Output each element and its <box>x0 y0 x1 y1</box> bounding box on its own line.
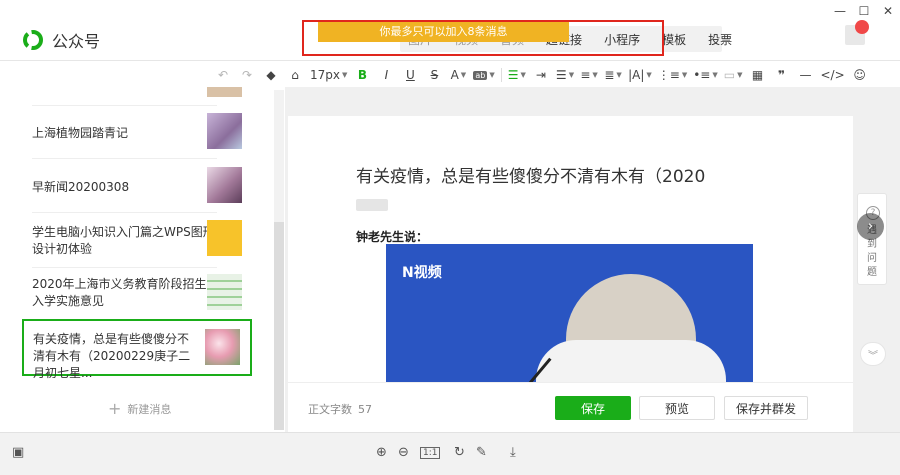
strikethrough-button[interactable]: S <box>425 64 443 86</box>
list-item[interactable]: 上海植物园踏青记 <box>32 105 217 157</box>
word-count: 正文字数 57 <box>308 401 372 417</box>
article-title: 上海植物园踏青记 <box>32 126 129 140</box>
article-title: 学生电脑小知识入门篇之WPS图形设计初体验 <box>32 225 215 256</box>
format-painter-icon[interactable]: ◆ <box>262 64 280 86</box>
save-and-send-button[interactable]: 保存并群发 <box>724 396 808 420</box>
insert-template[interactable]: 模板 <box>662 31 686 48</box>
close-icon[interactable]: ✕ <box>876 0 900 22</box>
app-logo[interactable]: 公众号 <box>22 28 100 52</box>
underline-button[interactable]: U <box>401 64 419 86</box>
align-left-icon[interactable]: ☰ ▼ <box>508 64 526 86</box>
next-page-icon[interactable]: › <box>857 213 884 240</box>
author-field[interactable] <box>356 199 388 211</box>
download-icon[interactable]: ⤓ <box>510 445 516 460</box>
list-item-selected[interactable]: 有关疫情，总是有些傻傻分不清有木有（20200229庚子二月初七星... <box>22 319 252 380</box>
list-scroll-thumb[interactable] <box>274 222 284 430</box>
clear-format-icon[interactable]: ⌂ <box>286 64 304 86</box>
italic-button[interactable]: I <box>377 64 395 86</box>
plus-icon: + <box>108 399 122 418</box>
minimize-icon[interactable]: — <box>828 0 852 22</box>
article-thumbnail <box>207 167 242 203</box>
article-title: 早新闻20200308 <box>32 180 130 194</box>
video-logo: N视频 <box>402 265 442 281</box>
edit-icon[interactable]: ✎ <box>476 445 487 460</box>
article-title-input[interactable]: 有关疫情，总是有些傻傻分不清有木有（2020 <box>356 162 705 187</box>
text-direction-icon[interactable]: |A| ▼ <box>628 64 652 86</box>
new-message-button[interactable]: + 新建消息 <box>108 399 171 418</box>
letter-spacing-icon[interactable]: ≣ ▼ <box>604 64 622 86</box>
font-color-button[interactable]: A ▼ <box>449 64 467 86</box>
font-size-value: 17px <box>310 68 340 82</box>
redo-icon[interactable]: ↷ <box>238 64 256 86</box>
editor-footer: 正文字数 57 保存 预览 保存并群发 <box>288 382 853 432</box>
article-image[interactable]: N视频 <box>386 244 753 382</box>
code-icon[interactable]: </> <box>820 64 844 86</box>
article-thumbnail <box>207 274 242 310</box>
ordered-list-icon[interactable]: ⋮≡ ▼ <box>658 64 687 86</box>
line-spacing-icon[interactable]: ≡ ▼ <box>580 64 598 86</box>
table-icon[interactable]: ▦ <box>748 64 766 86</box>
zoom-in-icon[interactable]: ⊕ <box>376 445 387 460</box>
bold-button[interactable]: B <box>353 64 371 86</box>
sidebar-toggle-icon[interactable]: ▣ <box>12 445 24 460</box>
insert-vote[interactable]: 投票 <box>708 31 732 48</box>
undo-icon[interactable]: ↶ <box>214 64 232 86</box>
emoji-icon[interactable]: ☺ <box>851 64 869 86</box>
list-item[interactable]: 2020年上海市义务教育阶段招生入学实施意见 <box>32 267 217 319</box>
unordered-list-icon[interactable]: •≡ ▼ <box>693 64 718 86</box>
word-count-label: 正文字数 <box>308 403 352 416</box>
article-title: 有关疫情，总是有些傻傻分不清有木有（20200229庚子二月初七星... <box>33 332 191 380</box>
bg-color-label: ab <box>473 70 488 80</box>
preview-button[interactable]: 预览 <box>639 396 715 420</box>
maximize-icon[interactable]: ☐ <box>852 0 876 22</box>
article-thumbnail <box>205 329 240 365</box>
divider <box>0 60 900 61</box>
article-title: 2020年上海市义务教育阶段招生入学实施意见 <box>32 277 207 308</box>
zoom-out-icon[interactable]: ⊖ <box>398 445 409 460</box>
article-thumbnail <box>207 220 242 256</box>
app-name: 公众号 <box>52 32 101 51</box>
photo-shirt <box>536 340 726 382</box>
collapse-icon[interactable]: ︾ <box>860 342 886 366</box>
font-color-label: A <box>450 68 459 82</box>
list-item[interactable]: 学生电脑小知识入门篇之WPS图形设计初体验 <box>32 212 217 267</box>
rotate-icon[interactable]: ↻ <box>454 445 465 460</box>
body-text[interactable]: 钟老先生说： <box>356 228 428 245</box>
quote-icon[interactable]: ❞ <box>772 64 790 86</box>
toolbar-divider <box>500 68 502 82</box>
wechat-official-logo-icon <box>23 30 43 50</box>
paragraph-spacing-icon[interactable]: ☰ ▼ <box>556 64 574 86</box>
font-size-select[interactable]: 17px ▼ <box>310 64 347 86</box>
editor-canvas[interactable]: 有关疫情，总是有些傻傻分不清有木有（2020 钟老先生说： N视频 <box>288 116 853 382</box>
save-button[interactable]: 保存 <box>555 396 631 420</box>
article-list: 上海植物园踏青记 早新闻20200308 学生电脑小知识入门篇之WPS图形设计初… <box>22 87 252 430</box>
format-toolbar: ↶ ↷ ◆ ⌂ 17px ▼ B I U S A ▼ ab ▼ ☰ ▼ ⇥ ☰ ▼ ≡ ▼ … <box>214 64 875 86</box>
new-message-label: 新建消息 <box>127 402 172 416</box>
background-color-button[interactable]: ab ▼ <box>473 64 495 86</box>
indent-icon[interactable]: ⇥ <box>532 64 550 86</box>
word-count-value: 57 <box>358 403 372 416</box>
article-thumbnail <box>207 87 242 97</box>
list-item[interactable]: 早新闻20200308 <box>32 158 217 212</box>
actual-size-icon[interactable]: 1:1 <box>420 447 441 459</box>
article-thumbnail <box>207 113 242 149</box>
window-controls: — ☐ ✕ <box>828 0 900 22</box>
horizontal-rule-icon[interactable]: — <box>796 64 814 86</box>
border-icon[interactable]: ▭ ▼ <box>724 64 743 86</box>
viewer-toolbar: ▣ ⊕ ⊖ 1:1 ↻ ✎ ⤓ <box>0 432 900 475</box>
highlight-box <box>302 20 664 56</box>
notification-badge <box>855 20 869 34</box>
